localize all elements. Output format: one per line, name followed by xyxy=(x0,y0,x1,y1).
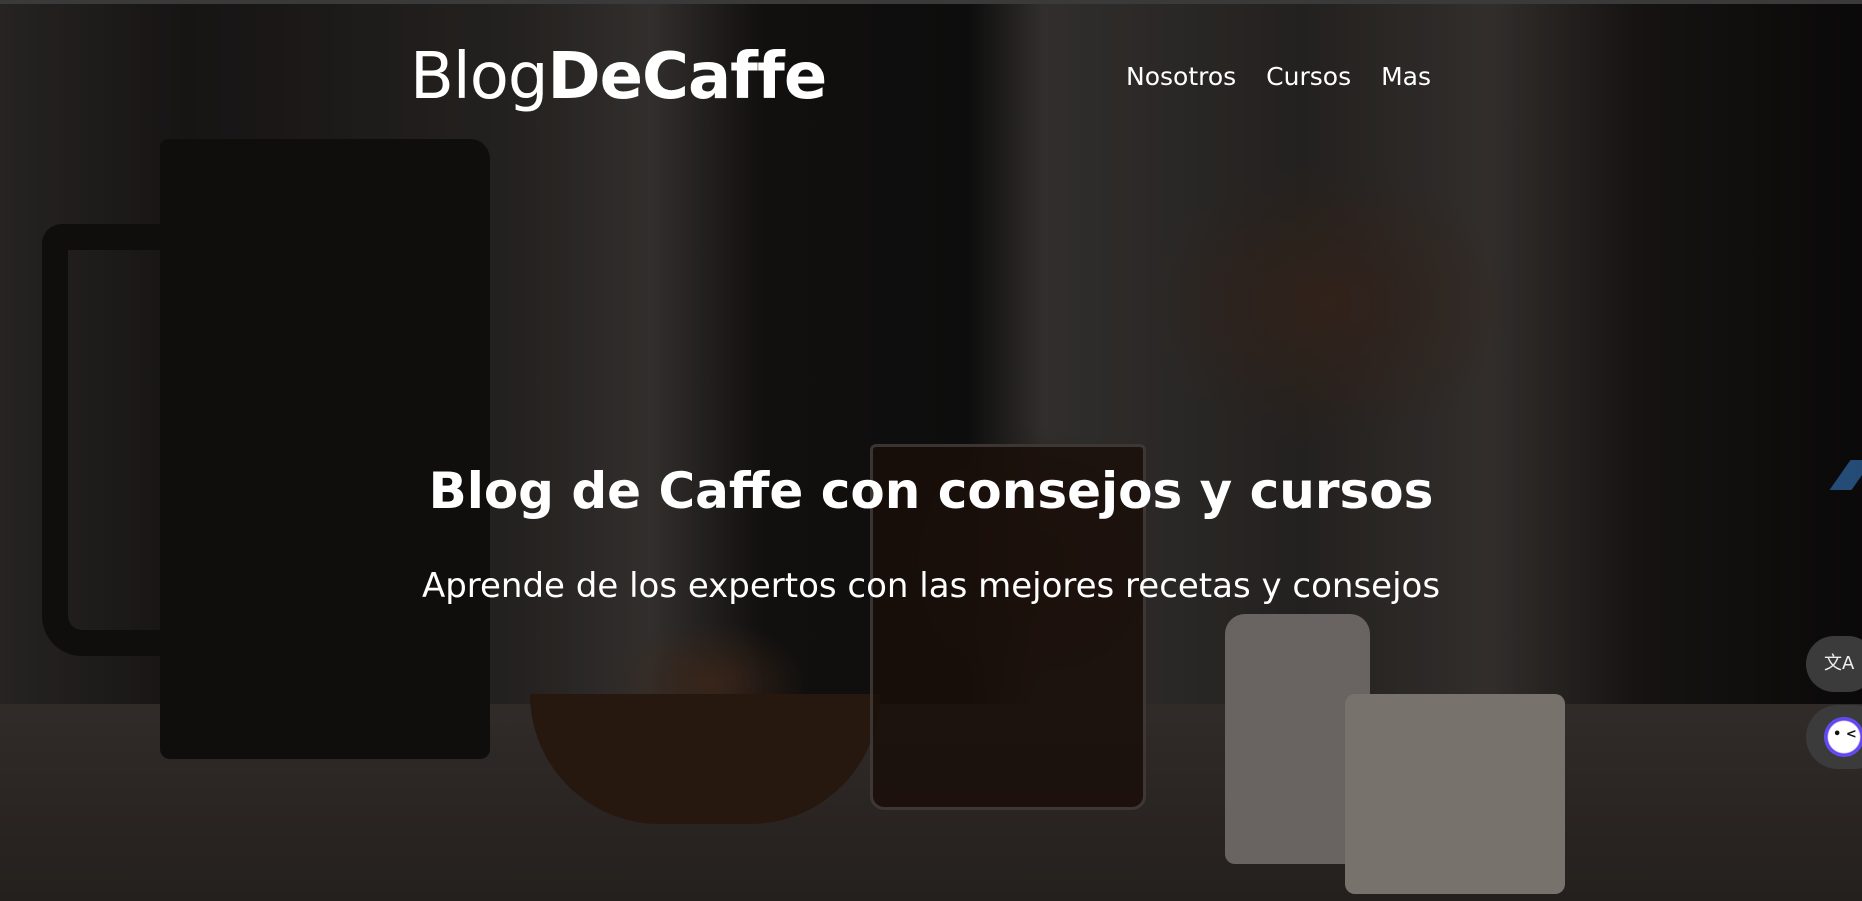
hero-background-image xyxy=(0,4,1862,901)
translate-button[interactable]: 文A xyxy=(1806,636,1862,692)
translate-icon: 文A xyxy=(1824,653,1855,674)
hero-subtitle: Aprende de los expertos con las mejores … xyxy=(421,566,1441,606)
assistant-face-icon xyxy=(1824,717,1862,757)
nav-mas[interactable]: Mas xyxy=(1381,62,1431,91)
logo-light: Blog xyxy=(410,40,548,114)
site-logo[interactable]: BlogDeCaffe xyxy=(410,40,827,114)
main-nav: Nosotros Cursos Mas xyxy=(1126,62,1431,91)
nav-nosotros[interactable]: Nosotros xyxy=(1126,62,1236,91)
assistant-button[interactable] xyxy=(1806,705,1862,769)
nav-cursos[interactable]: Cursos xyxy=(1266,62,1351,91)
hero-title: Blog de Caffe con consejos y cursos xyxy=(428,462,1434,520)
logo-bold: DeCaffe xyxy=(547,40,827,114)
dark-overlay xyxy=(0,4,1862,901)
